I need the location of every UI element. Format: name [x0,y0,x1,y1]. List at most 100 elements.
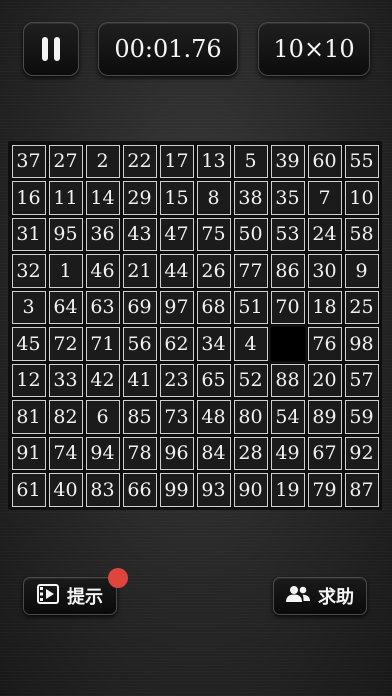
tile[interactable]: 11 [48,181,83,215]
tile[interactable]: 44 [159,254,194,288]
tile[interactable]: 25 [344,290,379,324]
tile[interactable]: 58 [344,217,379,251]
tile[interactable]: 20 [307,363,342,397]
help-button[interactable]: 求助 [273,577,367,615]
tile[interactable]: 37 [11,144,46,178]
tile[interactable]: 14 [85,181,120,215]
tile[interactable]: 55 [344,144,379,178]
tile[interactable]: 88 [270,363,305,397]
tile[interactable]: 6 [85,400,120,434]
tile[interactable]: 90 [233,473,268,507]
tile[interactable]: 72 [48,327,83,361]
tile[interactable]: 83 [85,473,120,507]
tile[interactable]: 52 [233,363,268,397]
tile[interactable]: 71 [85,327,120,361]
tile[interactable]: 65 [196,363,231,397]
tile[interactable]: 17 [159,144,194,178]
tile[interactable]: 78 [122,436,157,470]
hint-button[interactable]: 提示 [23,577,117,615]
tile[interactable]: 41 [122,363,157,397]
tile[interactable]: 53 [270,217,305,251]
tile[interactable]: 49 [270,436,305,470]
tile[interactable]: 76 [307,327,342,361]
tile[interactable]: 26 [196,254,231,288]
tile[interactable]: 8 [196,181,231,215]
tile[interactable]: 98 [344,327,379,361]
tile[interactable]: 13 [196,144,231,178]
tile[interactable]: 47 [159,217,194,251]
tile[interactable]: 15 [159,181,194,215]
tile[interactable]: 66 [122,473,157,507]
tile[interactable]: 74 [48,436,83,470]
pause-button[interactable] [23,22,79,76]
tile[interactable]: 7 [307,181,342,215]
tile[interactable]: 81 [11,400,46,434]
tile[interactable]: 99 [159,473,194,507]
tile[interactable]: 2 [85,144,120,178]
tile[interactable]: 70 [270,290,305,324]
tile[interactable]: 91 [11,436,46,470]
tile[interactable]: 12 [11,363,46,397]
tile[interactable]: 48 [196,400,231,434]
tile[interactable]: 46 [85,254,120,288]
tile[interactable]: 1 [48,254,83,288]
tile[interactable]: 5 [233,144,268,178]
tile[interactable]: 36 [85,217,120,251]
tile[interactable]: 85 [122,400,157,434]
tile[interactable]: 19 [270,473,305,507]
tile[interactable]: 94 [85,436,120,470]
tile[interactable]: 97 [159,290,194,324]
tile[interactable]: 68 [196,290,231,324]
tile[interactable]: 67 [307,436,342,470]
tile[interactable]: 38 [233,181,268,215]
tile[interactable]: 73 [159,400,194,434]
tile[interactable]: 80 [233,400,268,434]
tile[interactable]: 29 [122,181,157,215]
tile[interactable]: 75 [196,217,231,251]
tile[interactable]: 59 [344,400,379,434]
tile[interactable]: 86 [270,254,305,288]
tile[interactable]: 56 [122,327,157,361]
tile[interactable]: 77 [233,254,268,288]
tile[interactable]: 96 [159,436,194,470]
tile[interactable]: 28 [233,436,268,470]
tile[interactable]: 93 [196,473,231,507]
tile[interactable]: 21 [122,254,157,288]
tile[interactable]: 62 [159,327,194,361]
tile[interactable]: 18 [307,290,342,324]
tile[interactable]: 32 [11,254,46,288]
tile[interactable]: 22 [122,144,157,178]
tile[interactable]: 30 [307,254,342,288]
tile[interactable]: 84 [196,436,231,470]
tile[interactable]: 64 [48,290,83,324]
tile[interactable]: 63 [85,290,120,324]
tile[interactable]: 61 [11,473,46,507]
tile[interactable]: 39 [270,144,305,178]
tile[interactable]: 89 [307,400,342,434]
tile[interactable]: 43 [122,217,157,251]
grid-size-button[interactable]: 10×10 [258,22,370,76]
tile[interactable]: 45 [11,327,46,361]
tile[interactable]: 69 [122,290,157,324]
tile[interactable]: 3 [11,290,46,324]
tile[interactable]: 79 [307,473,342,507]
tile[interactable]: 23 [159,363,194,397]
tile[interactable]: 16 [11,181,46,215]
tile[interactable]: 10 [344,181,379,215]
tile[interactable]: 9 [344,254,379,288]
tile[interactable]: 31 [11,217,46,251]
tile[interactable]: 51 [233,290,268,324]
tile[interactable]: 57 [344,363,379,397]
tile[interactable]: 27 [48,144,83,178]
tile[interactable]: 60 [307,144,342,178]
tile[interactable]: 34 [196,327,231,361]
tile[interactable]: 50 [233,217,268,251]
tile[interactable]: 42 [85,363,120,397]
tile[interactable]: 24 [307,217,342,251]
tile[interactable]: 82 [48,400,83,434]
tile[interactable]: 95 [48,217,83,251]
tile[interactable]: 35 [270,181,305,215]
tile[interactable]: 40 [48,473,83,507]
tile[interactable]: 4 [233,327,268,361]
tile[interactable]: 87 [344,473,379,507]
